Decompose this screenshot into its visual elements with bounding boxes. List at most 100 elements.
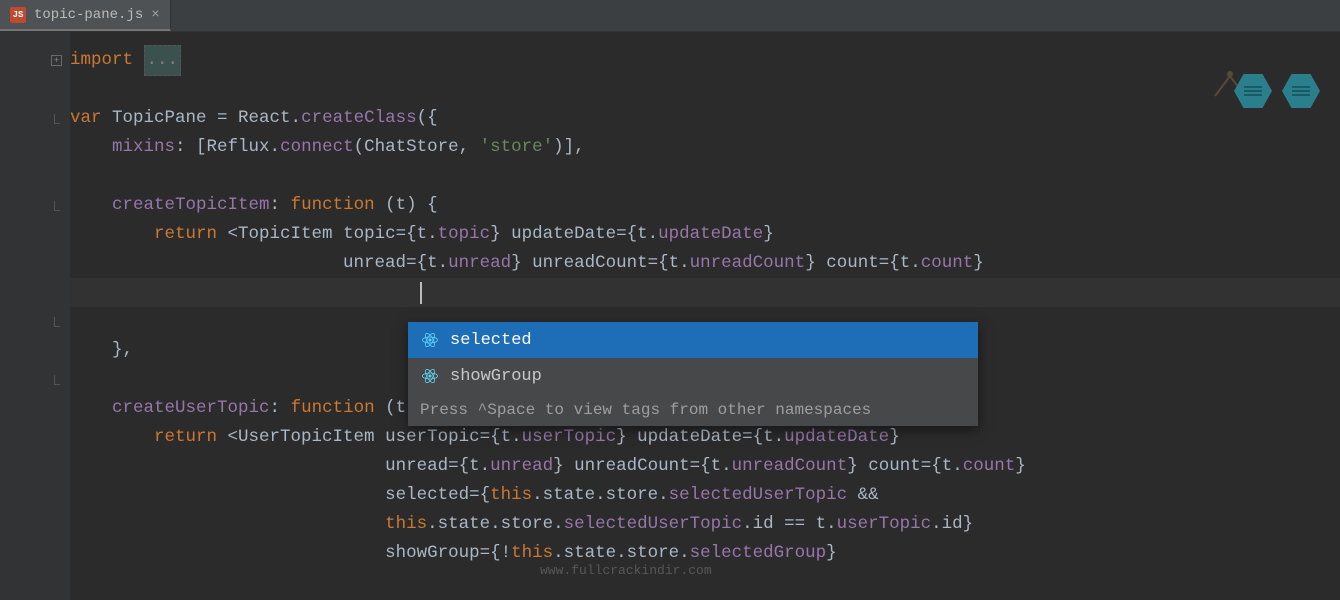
tab-filename: topic-pane.js bbox=[34, 7, 143, 23]
code-token: (t) { bbox=[375, 191, 438, 220]
code-token: createTopicItem bbox=[112, 191, 270, 220]
code-token: function bbox=[291, 191, 375, 220]
code-token: showGroup bbox=[385, 539, 480, 568]
code-token: } bbox=[490, 220, 511, 249]
code-token: } bbox=[553, 452, 574, 481]
code-token: ={t. bbox=[921, 452, 963, 481]
code-token: userTopic bbox=[837, 510, 932, 539]
code-token: } bbox=[847, 452, 868, 481]
code-token: 'store' bbox=[480, 133, 554, 162]
hex-badge[interactable] bbox=[1282, 74, 1320, 108]
tab-bar: JS topic-pane.js × bbox=[0, 0, 1340, 32]
autocomplete-label: showGroup bbox=[450, 367, 542, 386]
code-token: <UserTopicItem bbox=[217, 423, 385, 452]
code-token: mixins bbox=[112, 133, 175, 162]
code-token: .id == t. bbox=[742, 510, 837, 539]
cursor bbox=[420, 282, 422, 304]
code-token: } bbox=[1015, 452, 1026, 481]
code-token: createUserTopic bbox=[112, 394, 270, 423]
code-token: .state.store. bbox=[427, 510, 564, 539]
code-token: count bbox=[963, 452, 1016, 481]
hex-badge[interactable] bbox=[1234, 74, 1272, 108]
file-tab[interactable]: JS topic-pane.js × bbox=[0, 0, 171, 31]
react-icon bbox=[420, 330, 440, 350]
code-token: : bbox=[270, 191, 291, 220]
code-token: } bbox=[805, 249, 826, 278]
code-token: function bbox=[291, 394, 375, 423]
autocomplete-popup: selected showGroup Press ^Space to view … bbox=[408, 322, 978, 426]
gutter: + bbox=[0, 32, 70, 600]
code-token: : [Reflux. bbox=[175, 133, 280, 162]
code-token: .state.store. bbox=[532, 481, 669, 510]
code-token: userTopic bbox=[385, 423, 480, 452]
code-token: this bbox=[490, 481, 532, 510]
autocomplete-item[interactable]: selected bbox=[408, 322, 978, 358]
code-token: .id} bbox=[931, 510, 973, 539]
code-token: createClass bbox=[301, 104, 417, 133]
react-icon bbox=[420, 366, 440, 386]
editor[interactable]: + import ... var TopicPane = React.creat… bbox=[0, 32, 1340, 600]
code-token: } bbox=[889, 423, 900, 452]
code-token: ={t. bbox=[879, 249, 921, 278]
code-token: ={t. bbox=[396, 220, 438, 249]
code-area[interactable]: import ... var TopicPane = React.createC… bbox=[70, 32, 1340, 600]
autocomplete-label: selected bbox=[450, 331, 532, 350]
code-token: } bbox=[616, 423, 637, 452]
code-token: count bbox=[826, 249, 879, 278]
code-token: } bbox=[763, 220, 774, 249]
code-token: updateDate bbox=[784, 423, 889, 452]
fold-line-icon bbox=[54, 114, 60, 124]
code-token: ={t. bbox=[616, 220, 658, 249]
code-token: )], bbox=[553, 133, 585, 162]
code-token: updateDate bbox=[658, 220, 763, 249]
code-token: topic bbox=[438, 220, 491, 249]
code-token: } bbox=[511, 249, 532, 278]
code-token: ={t. bbox=[742, 423, 784, 452]
code-token: ={t. bbox=[480, 423, 522, 452]
code-token: ={t. bbox=[648, 249, 690, 278]
code-token: unreadCount bbox=[574, 452, 690, 481]
code-token: }, bbox=[112, 336, 133, 365]
code-token: ({ bbox=[417, 104, 438, 133]
current-line bbox=[70, 278, 1340, 307]
code-token: ={t. bbox=[448, 452, 490, 481]
js-file-icon: JS bbox=[10, 7, 26, 23]
code-token: this bbox=[385, 510, 427, 539]
code-token: count bbox=[921, 249, 974, 278]
watermark-text: www.fullcrackindir.com bbox=[540, 563, 712, 578]
code-token: : bbox=[270, 394, 291, 423]
code-token: <TopicItem bbox=[217, 220, 343, 249]
code-token: userTopic bbox=[522, 423, 617, 452]
folded-region[interactable]: ... bbox=[144, 45, 182, 76]
code-token: unreadCount bbox=[690, 249, 806, 278]
code-token: updateDate bbox=[637, 423, 742, 452]
autocomplete-hint: Press ^Space to view tags from other nam… bbox=[408, 394, 978, 426]
fold-line-icon bbox=[54, 375, 60, 385]
code-token: } bbox=[826, 539, 837, 568]
code-token: import bbox=[70, 46, 133, 75]
fold-plus-icon[interactable]: + bbox=[51, 55, 62, 66]
code-token: ={t. bbox=[406, 249, 448, 278]
autocomplete-item[interactable]: showGroup bbox=[408, 358, 978, 394]
code-token: && bbox=[847, 481, 879, 510]
code-token: count bbox=[868, 452, 921, 481]
code-token: updateDate bbox=[511, 220, 616, 249]
code-token: selectedUserTopic bbox=[564, 510, 743, 539]
code-token: return bbox=[154, 423, 217, 452]
code-token: ={t. bbox=[690, 452, 732, 481]
fold-line-icon bbox=[54, 201, 60, 211]
code-token: unread bbox=[385, 452, 448, 481]
code-token: unread bbox=[448, 249, 511, 278]
close-icon[interactable]: × bbox=[151, 7, 159, 23]
code-token: ={! bbox=[480, 539, 512, 568]
ide-badges bbox=[1234, 74, 1320, 108]
fold-line-icon bbox=[54, 317, 60, 327]
code-token: connect bbox=[280, 133, 354, 162]
code-token: var bbox=[70, 104, 102, 133]
code-token: unread bbox=[343, 249, 406, 278]
code-token: unread bbox=[490, 452, 553, 481]
code-token: unreadCount bbox=[732, 452, 848, 481]
code-token: } bbox=[973, 249, 984, 278]
code-token: unreadCount bbox=[532, 249, 648, 278]
code-token: (ChatStore, bbox=[354, 133, 480, 162]
